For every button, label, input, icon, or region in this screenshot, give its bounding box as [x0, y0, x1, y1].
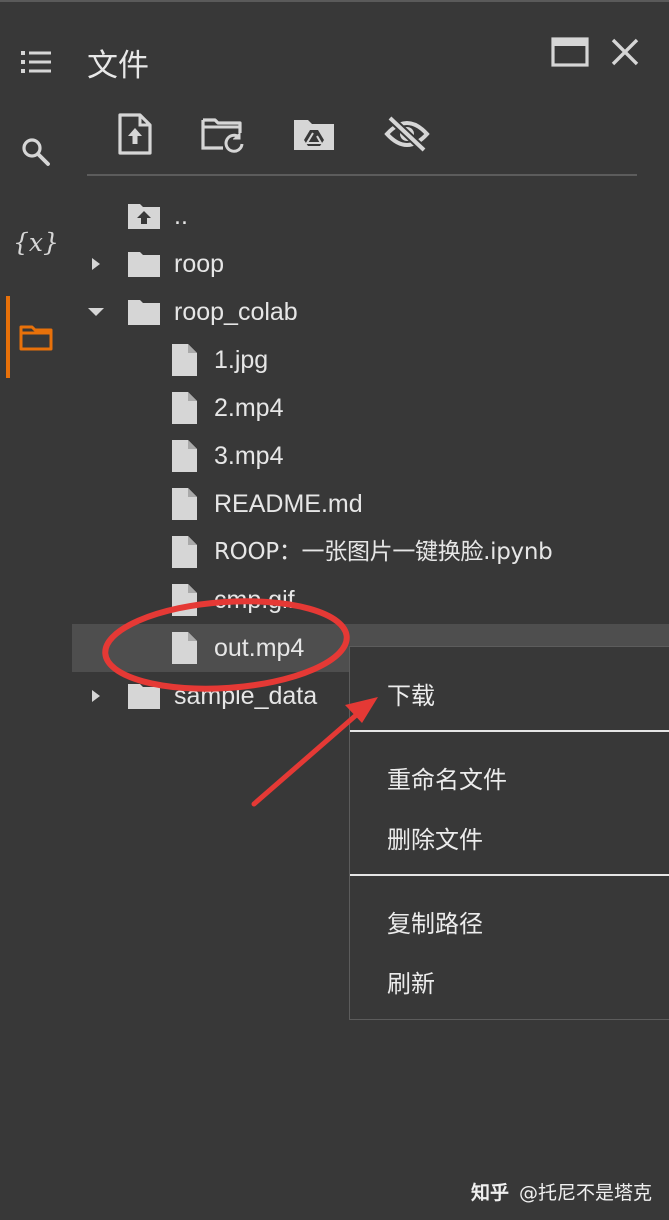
- file-icon: [166, 536, 202, 568]
- tree-row-file[interactable]: 1.jpg: [72, 336, 669, 384]
- list-icon: [21, 51, 51, 73]
- file-icon: [166, 344, 202, 376]
- search-button[interactable]: [10, 126, 62, 178]
- annotation-arrow: [251, 707, 365, 807]
- toolbar-divider: [87, 174, 637, 176]
- upload-file-icon: [118, 113, 152, 155]
- chevron-down-icon[interactable]: [86, 302, 106, 322]
- files-button[interactable]: [10, 311, 62, 363]
- menu-item-download[interactable]: 下载: [387, 676, 435, 711]
- menu-item-refresh[interactable]: 刷新: [387, 964, 435, 999]
- parent-label: ..: [174, 202, 188, 230]
- close-icon: [611, 38, 639, 66]
- tree-item-label: out.mp4: [214, 634, 305, 662]
- file-icon: [166, 440, 202, 472]
- tree-row-file[interactable]: 3.mp4: [72, 432, 669, 480]
- menu-divider: [350, 874, 669, 876]
- mount-drive-button[interactable]: [290, 110, 338, 158]
- close-panel-button[interactable]: [606, 33, 644, 71]
- file-icon: [166, 632, 202, 664]
- refresh-button[interactable]: [199, 110, 247, 158]
- watermark-text: @托尼不是塔克: [519, 1182, 653, 1204]
- side-rail: {x}: [0, 0, 72, 1220]
- menu-divider: [350, 730, 669, 732]
- tree-item-label: README.md: [214, 490, 363, 518]
- parent-folder-icon: [126, 200, 162, 232]
- file-icon: [166, 488, 202, 520]
- tree-row-file[interactable]: README.md: [72, 480, 669, 528]
- zhihu-logo: 知乎: [471, 1182, 510, 1204]
- context-menu: 下载 重命名文件 删除文件 复制路径 刷新: [349, 646, 669, 1020]
- tree-item-label: ROOP：一张图片一键换脸.ipynb: [214, 539, 553, 565]
- tree-row-roop-colab[interactable]: roop_colab: [72, 288, 669, 336]
- table-of-contents-button[interactable]: [10, 36, 62, 88]
- tree-item-label: cmp.gif: [214, 586, 295, 614]
- tree-row-parent[interactable]: ..: [72, 192, 669, 240]
- hide-icon: [384, 115, 430, 153]
- menu-item-copy-path[interactable]: 复制路径: [387, 904, 483, 939]
- variables-button[interactable]: {x}: [10, 216, 62, 268]
- tree-item-label: roop: [174, 250, 225, 278]
- mount-drive-icon: [294, 120, 334, 150]
- chevron-right-icon[interactable]: [86, 686, 106, 706]
- refresh-folder-icon: [201, 118, 244, 153]
- folder-icon: [126, 248, 162, 280]
- tree-row-file[interactable]: ROOP：一张图片一键换脸.ipynb: [72, 528, 669, 576]
- tree-item-label: 2.mp4: [214, 394, 284, 422]
- file-icon: [166, 584, 202, 616]
- tree-item-label: 1.jpg: [214, 346, 269, 374]
- menu-item-delete[interactable]: 删除文件: [387, 820, 483, 855]
- top-border: [0, 0, 669, 2]
- tree-item-label: roop_colab: [174, 298, 298, 326]
- tree-row-file[interactable]: 2.mp4: [72, 384, 669, 432]
- tree-row-file[interactable]: cmp.gif: [72, 576, 669, 624]
- watermark: 知乎 @托尼不是塔克: [471, 1178, 652, 1205]
- panel-title: 文件: [87, 48, 149, 84]
- search-icon: [22, 138, 50, 166]
- upload-button[interactable]: [111, 110, 159, 158]
- variables-icon: {x}: [13, 227, 59, 257]
- tree-row-roop[interactable]: roop: [72, 240, 669, 288]
- file-icon: [166, 392, 202, 424]
- chevron-right-icon[interactable]: [86, 254, 106, 274]
- folder-icon: [19, 325, 53, 351]
- open-in-window-icon: [551, 37, 589, 67]
- tree-item-label: 3.mp4: [214, 442, 284, 470]
- open-in-tab-button[interactable]: [551, 33, 589, 71]
- folder-icon: [126, 680, 162, 712]
- folder-icon: [126, 296, 162, 328]
- tree-item-label: sample_data: [174, 682, 318, 710]
- hide-hidden-files-button[interactable]: [383, 110, 431, 158]
- menu-item-rename[interactable]: 重命名文件: [387, 760, 507, 795]
